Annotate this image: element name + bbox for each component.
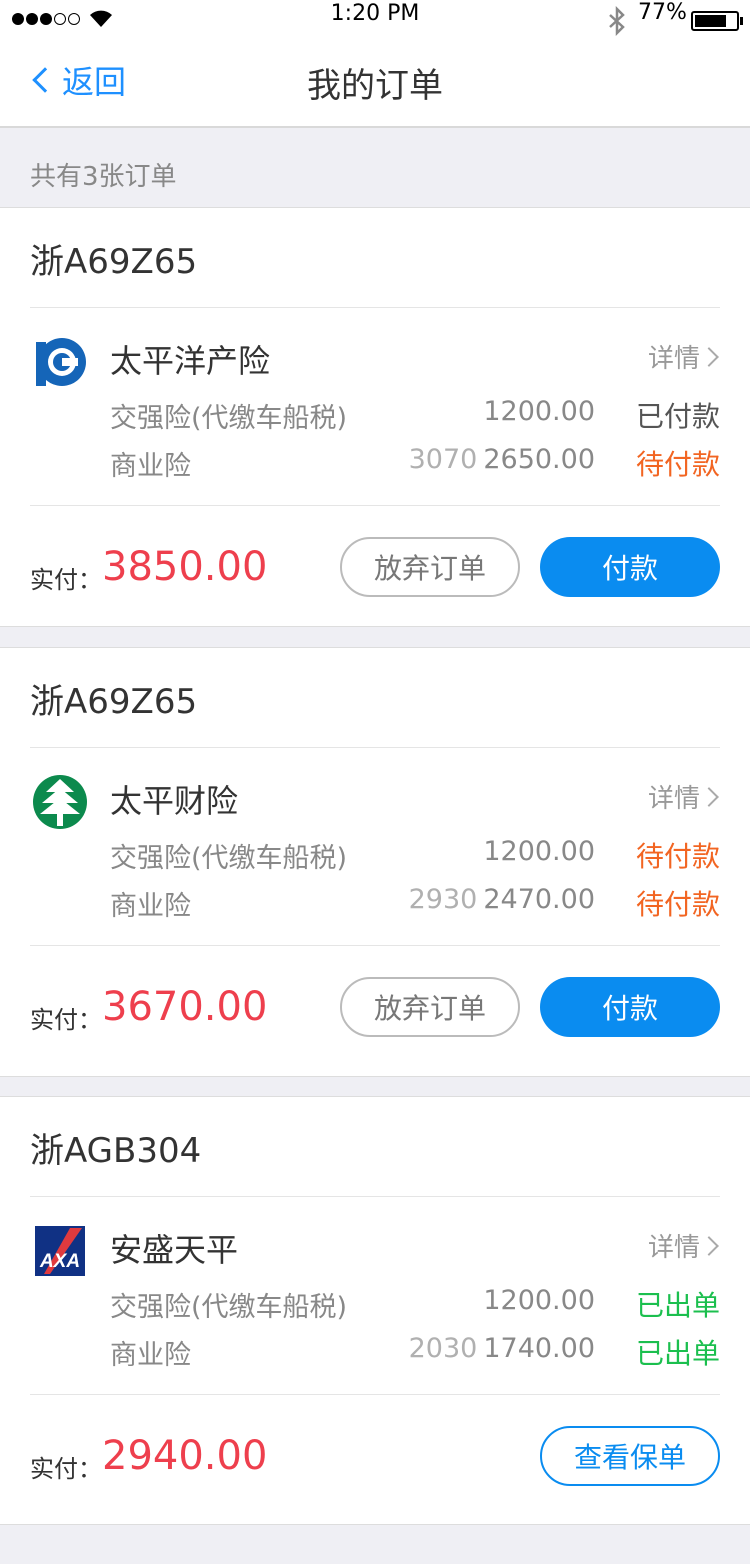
insurance-amount: 2930 2470.00 bbox=[409, 884, 595, 915]
insurer-name: 太平财险 bbox=[110, 782, 239, 820]
battery-icon bbox=[691, 11, 739, 31]
nav-bar: 返回 我的订单 bbox=[0, 40, 750, 128]
license-plate: 浙A69Z65 bbox=[30, 242, 198, 282]
details-label: 详情 bbox=[647, 1233, 700, 1263]
axa-logo-icon: AXA bbox=[35, 1226, 85, 1276]
details-link[interactable]: 详情 bbox=[648, 338, 720, 375]
order-card: 浙A69Z65 太平洋产险 详情 交强险(代缴车船税) 1200.00 已付款 … bbox=[0, 207, 750, 627]
order-card: 浙A69Z65 太平财险 详情 交强险(代缴车船税) 1200.00 待付款 商… bbox=[0, 647, 750, 1077]
current-price: 1740.00 bbox=[483, 1333, 595, 1364]
details-label: 详情 bbox=[647, 344, 700, 374]
divider bbox=[30, 945, 720, 946]
cpic-logo-icon bbox=[36, 338, 86, 386]
original-price: 2930 bbox=[408, 884, 478, 915]
status-bar: 1:20 PM 77% bbox=[0, 0, 750, 40]
paid-amount: 2940.00 bbox=[102, 1433, 268, 1479]
taiping-tree-logo-icon bbox=[33, 775, 87, 829]
payment-status: 待付款 bbox=[635, 840, 720, 873]
insurance-amount: 3070 2650.00 bbox=[409, 444, 595, 475]
divider bbox=[30, 307, 720, 308]
order-count-summary: 共有3张订单 bbox=[30, 162, 177, 192]
current-price: 2470.00 bbox=[483, 884, 595, 915]
policy-status: 已出单 bbox=[635, 1337, 720, 1370]
pay-button[interactable]: 付款 bbox=[540, 977, 720, 1037]
details-link[interactable]: 详情 bbox=[648, 778, 720, 815]
order-card: 浙AGB304 AXA 安盛天平 详情 交强险(代缴车船税) 1200.00 已… bbox=[0, 1096, 750, 1525]
cancel-order-button[interactable]: 放弃订单 bbox=[340, 977, 520, 1037]
current-price: 1200.00 bbox=[483, 1285, 595, 1316]
current-price: 1200.00 bbox=[483, 836, 595, 867]
insurer-name: 安盛天平 bbox=[110, 1231, 239, 1269]
paid-amount: 3850.00 bbox=[102, 544, 268, 590]
license-plate: 浙AGB304 bbox=[30, 1131, 202, 1171]
page-title: 我的订单 bbox=[307, 66, 443, 106]
battery-percent: 77% bbox=[638, 0, 687, 25]
details-label: 详情 bbox=[647, 784, 700, 814]
bluetooth-icon bbox=[609, 6, 625, 36]
original-price: 3070 bbox=[408, 444, 478, 475]
insurance-amount: 1200.00 bbox=[477, 836, 595, 867]
insurance-type: 商业险 bbox=[110, 891, 191, 922]
divider bbox=[30, 1394, 720, 1395]
insurance-amount: 1200.00 bbox=[477, 396, 595, 427]
insurance-amount: 2030 1740.00 bbox=[409, 1333, 595, 1364]
current-price: 2650.00 bbox=[483, 444, 595, 475]
divider bbox=[30, 1196, 720, 1197]
license-plate: 浙A69Z65 bbox=[30, 682, 198, 722]
current-price: 1200.00 bbox=[483, 396, 595, 427]
paid-label: 实付： bbox=[30, 566, 102, 594]
insurance-type: 交强险(代缴车船税) bbox=[110, 843, 348, 874]
insurance-type: 商业险 bbox=[110, 451, 191, 482]
cancel-order-button[interactable]: 放弃订单 bbox=[340, 537, 520, 597]
chevron-right-icon bbox=[699, 786, 719, 807]
paid-label: 实付： bbox=[30, 1006, 102, 1034]
chevron-right-icon bbox=[699, 1235, 719, 1256]
view-policy-button[interactable]: 查看保单 bbox=[540, 1426, 720, 1486]
svg-text:AXA: AXA bbox=[39, 1251, 80, 1272]
original-price: 2030 bbox=[408, 1333, 478, 1364]
insurance-type: 商业险 bbox=[110, 1340, 191, 1371]
battery-tip bbox=[740, 17, 743, 25]
payment-status: 待付款 bbox=[635, 888, 720, 921]
chevron-right-icon bbox=[699, 346, 719, 367]
pay-button[interactable]: 付款 bbox=[540, 537, 720, 597]
payment-status: 已付款 bbox=[635, 400, 720, 433]
insurance-type: 交强险(代缴车船税) bbox=[110, 403, 348, 434]
insurance-amount: 1200.00 bbox=[477, 1285, 595, 1316]
payment-status: 待付款 bbox=[635, 448, 720, 481]
paid-amount: 3670.00 bbox=[102, 984, 268, 1030]
divider bbox=[30, 505, 720, 506]
policy-status: 已出单 bbox=[635, 1289, 720, 1322]
paid-label: 实付： bbox=[30, 1455, 102, 1483]
insurance-type: 交强险(代缴车船税) bbox=[110, 1292, 348, 1323]
details-link[interactable]: 详情 bbox=[648, 1227, 720, 1264]
divider bbox=[30, 747, 720, 748]
insurer-name: 太平洋产险 bbox=[110, 342, 271, 380]
